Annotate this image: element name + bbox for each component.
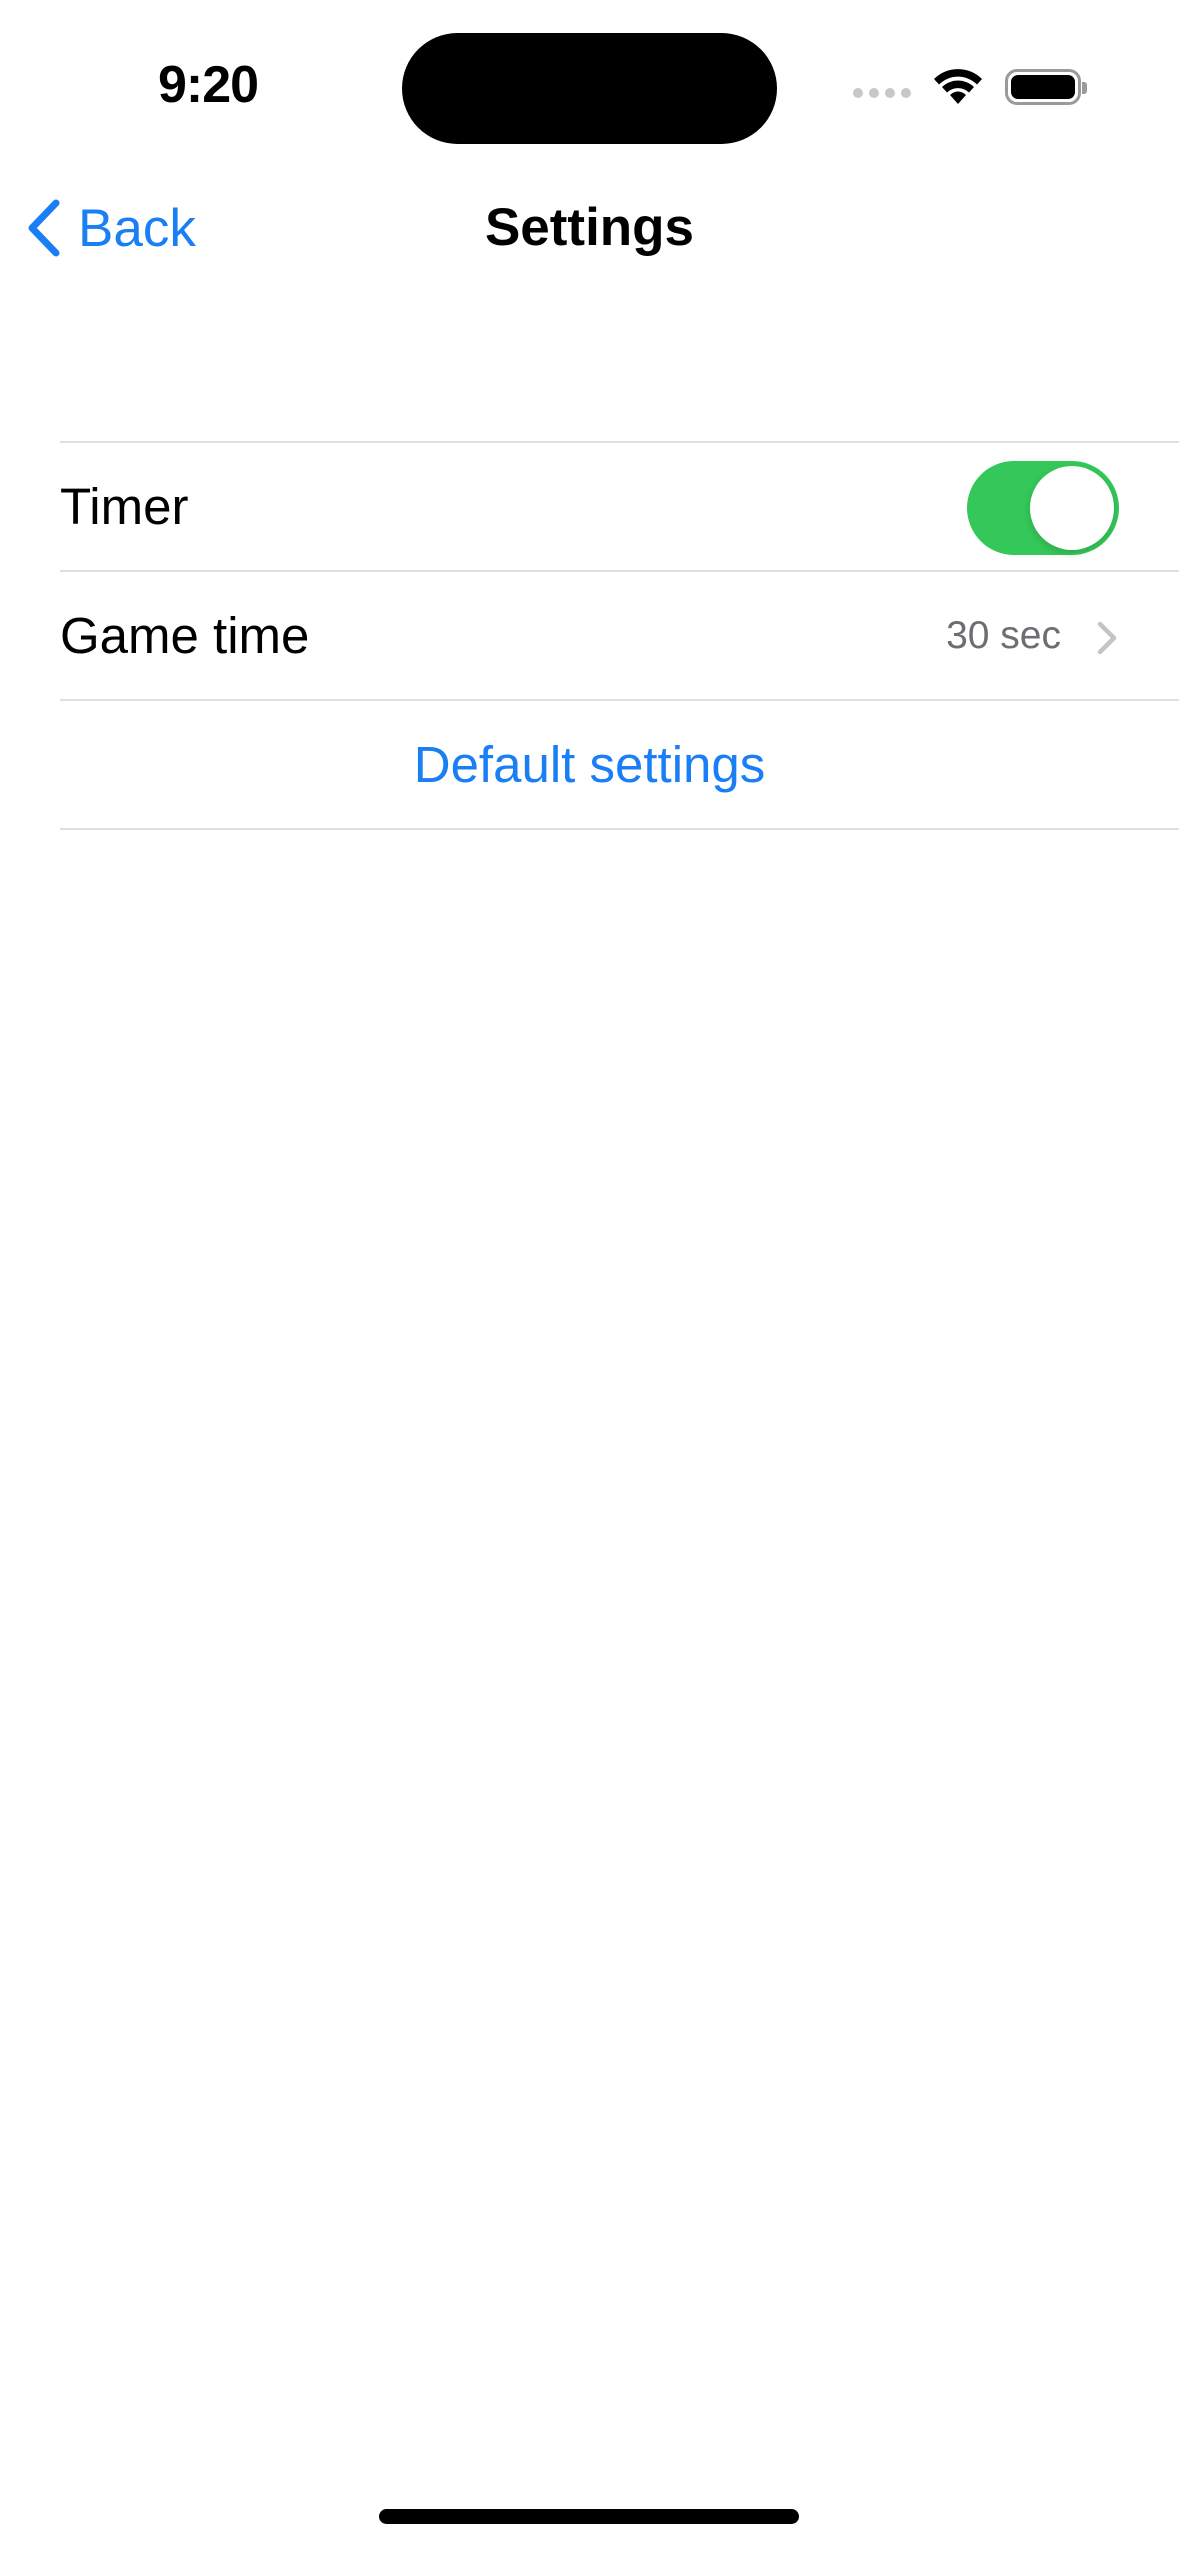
dynamic-island [402,33,777,144]
game-time-row[interactable]: Game time 30 sec [60,570,1179,699]
wifi-icon [934,69,982,104]
status-time: 9:20 [158,56,259,114]
toggle-knob [1030,466,1114,550]
game-time-value: 30 sec [946,613,1061,657]
settings-list: Timer Game time 30 sec Default settings [60,441,1179,830]
home-indicator[interactable] [379,2509,799,2524]
timer-toggle[interactable] [967,461,1119,555]
default-settings-button[interactable]: Default settings [60,735,1179,794]
page-title: Settings [484,198,695,257]
cellular-signal-icon [853,76,911,98]
chevron-right-icon [1097,621,1117,655]
status-icons [853,62,1087,112]
battery-icon [1005,69,1087,105]
timer-row: Timer [60,441,1179,570]
default-settings-row: Default settings [60,699,1179,830]
timer-label: Timer [60,478,189,535]
game-time-label: Game time [60,607,310,664]
